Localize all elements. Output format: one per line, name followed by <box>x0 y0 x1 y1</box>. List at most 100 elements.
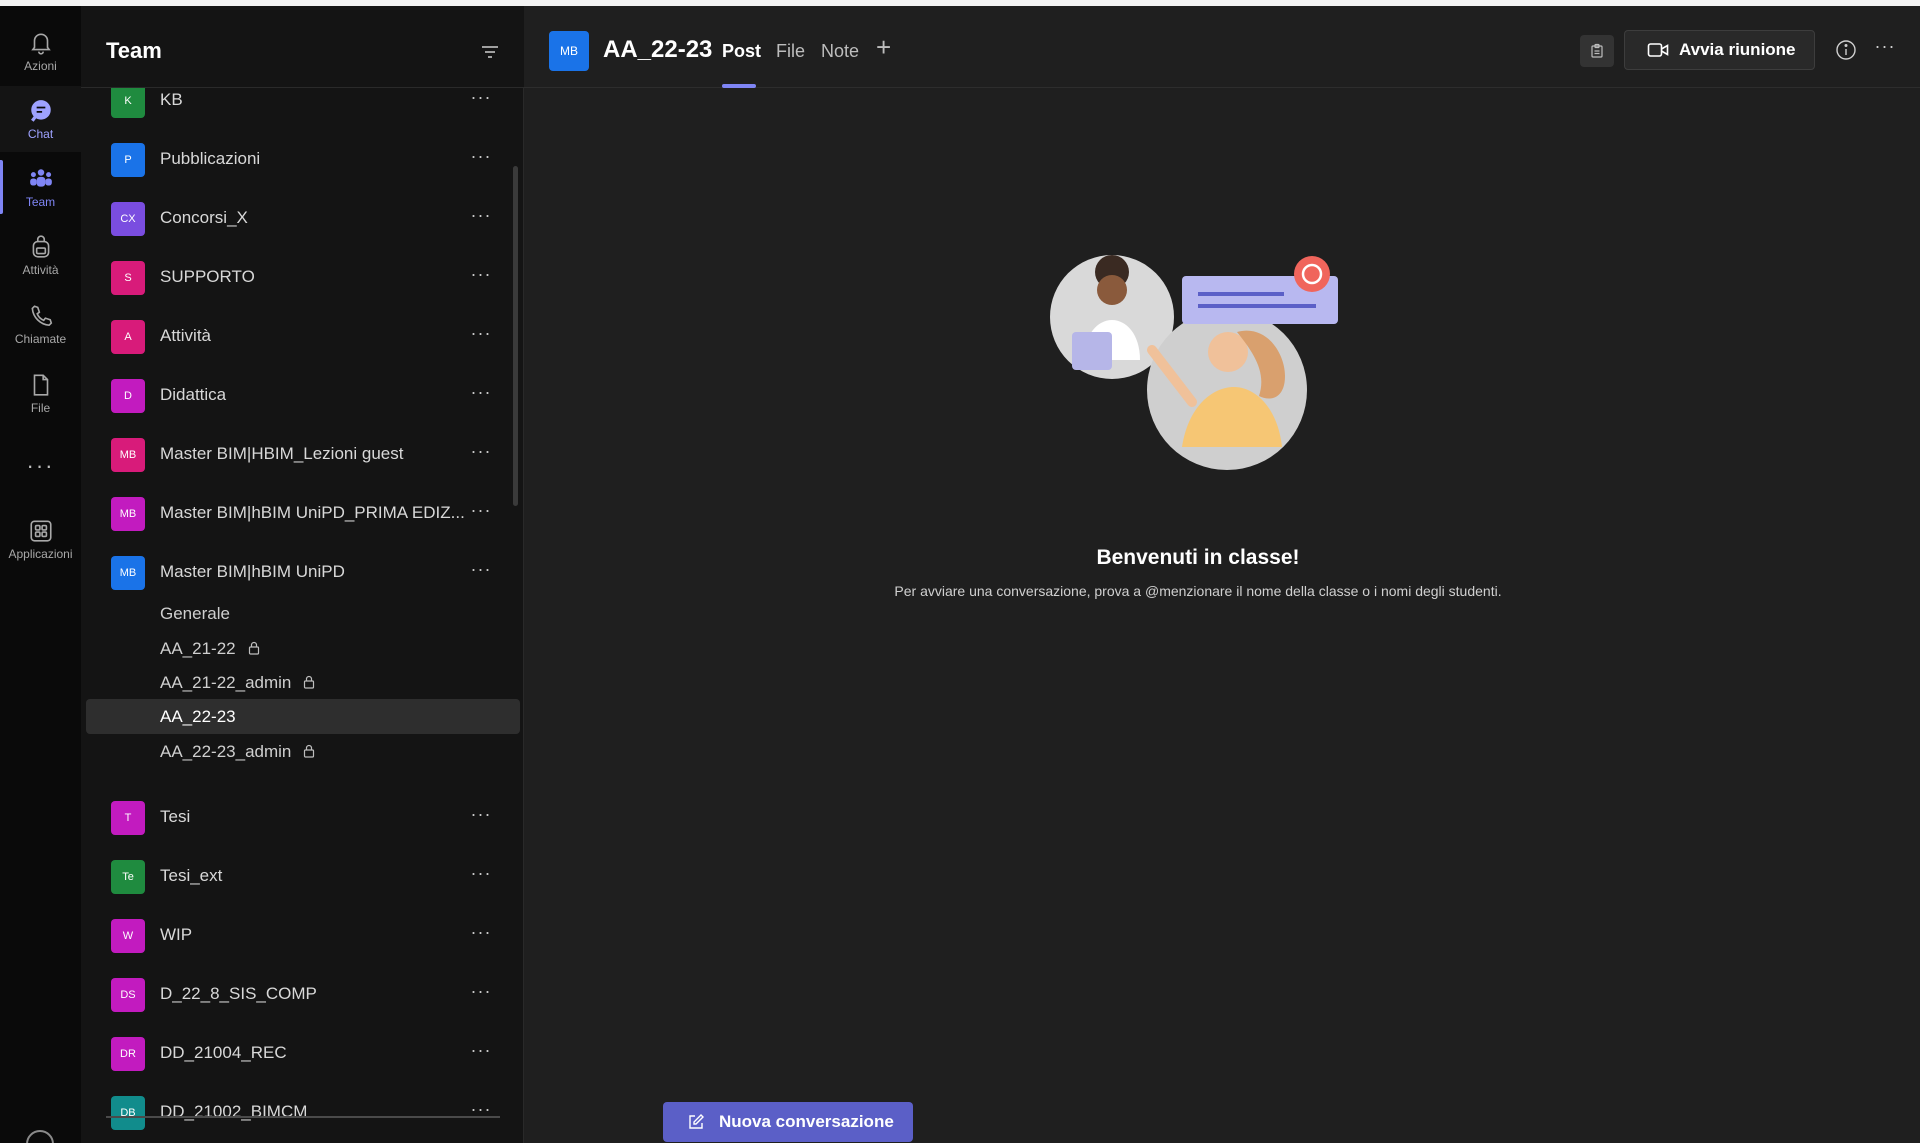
team-more-button[interactable]: ··· <box>467 864 495 888</box>
team-row[interactable]: MB Master BIM|HBIM_Lezioni guest ··· <box>81 430 524 486</box>
team-list-pane: Team K KB ··· P Pubblicazioni ··· CX Concorsi_X… <box>81 6 524 1143</box>
clipboard-icon <box>1591 43 1603 58</box>
team-more-button[interactable]: ··· <box>467 324 495 348</box>
team-more-button[interactable]: ··· <box>467 805 495 829</box>
team-list-scrollbar[interactable] <box>513 166 518 506</box>
phone-icon <box>30 304 52 326</box>
team-list-header: Team <box>81 6 524 88</box>
teams-window: Azioni Chat Team Attività Chiamate File … <box>0 0 1920 1143</box>
team-name: Didattica <box>160 385 227 404</box>
new-conversation-button[interactable]: Nuova conversazione <box>663 1102 913 1142</box>
rail-item-chiamate[interactable]: Chiamate <box>0 291 81 357</box>
rail-item-file[interactable]: File <box>0 360 81 426</box>
team-more-button[interactable]: ··· <box>467 265 495 289</box>
team-row[interactable]: Te Tesi_ext ··· <box>81 852 524 908</box>
team-avatar: W <box>111 919 145 953</box>
team-row[interactable]: DS D_22_8_SIS_COMP ··· <box>81 970 524 1026</box>
team-row[interactable]: DR DD_21004_REC ··· <box>81 1029 524 1085</box>
welcome-hint: Per avviare una conversazione, prova a @… <box>894 583 1502 599</box>
rail-item-team[interactable]: Team <box>0 154 81 220</box>
team-row[interactable]: A Attività ··· <box>81 312 524 368</box>
channel-header: MB AA_22-23 Post File Note + Avvia riuni… <box>524 6 1920 88</box>
clipboard-button[interactable] <box>1580 35 1614 67</box>
rail-label: Azioni <box>24 58 57 73</box>
welcome-illustration <box>1050 255 1338 470</box>
bell-icon <box>30 33 51 55</box>
chat-icon <box>30 99 51 122</box>
channel-main: MB AA_22-23 Post File Note + Avvia riuni… <box>524 6 1920 1143</box>
new-conversation-label: Nuova conversazione <box>719 1112 894 1131</box>
app-rail: Azioni Chat Team Attività Chiamate File … <box>0 6 81 1143</box>
team-name: Master BIM|HBIM_Lezioni guest <box>160 444 404 463</box>
team-avatar: DS <box>111 978 145 1012</box>
channel-item[interactable]: Generale <box>86 596 520 631</box>
tab-file[interactable]: File <box>776 41 805 62</box>
team-more-button[interactable]: ··· <box>467 501 495 525</box>
start-meeting-label: Avvia riunione <box>1679 40 1796 59</box>
team-avatar: D <box>111 379 145 413</box>
team-row[interactable]: W WIP ··· <box>81 911 524 967</box>
tab-note[interactable]: Note <box>821 41 859 62</box>
team-avatar: MB <box>111 556 145 590</box>
team-more-button[interactable]: ··· <box>467 923 495 947</box>
rail-item-attivita[interactable]: Attività <box>0 222 81 288</box>
channel-item[interactable]: AA_22-23_admin <box>86 734 520 769</box>
add-tab-button[interactable]: + <box>876 34 900 60</box>
channel-avatar: MB <box>549 31 589 71</box>
channel-item[interactable]: AA_21-22 <box>86 631 520 666</box>
team-more-button[interactable]: ··· <box>467 147 495 171</box>
help-icon[interactable] <box>26 1130 54 1143</box>
compose-icon <box>689 1114 704 1129</box>
header-more-button[interactable]: ··· <box>1870 36 1900 60</box>
team-name: WIP <box>160 925 193 944</box>
channel-title: AA_22-23 <box>603 36 713 63</box>
channel-name: AA_22-23_admin <box>160 742 292 761</box>
team-name: D_22_8_SIS_COMP <box>160 984 317 1003</box>
team-more-button[interactable]: ··· <box>467 560 495 584</box>
rail-label: Applicazioni <box>8 546 73 561</box>
team-avatar: DR <box>111 1037 145 1071</box>
video-camera-icon <box>1647 43 1669 57</box>
apps-icon <box>29 519 52 542</box>
team-avatar: MB <box>111 497 145 531</box>
team-row[interactable]: P Pubblicazioni ··· <box>81 135 524 191</box>
filter-icon[interactable] <box>479 41 501 63</box>
team-avatar: K <box>111 84 145 118</box>
active-tab-indicator <box>722 84 756 88</box>
team-more-button[interactable]: ··· <box>467 1100 495 1124</box>
team-row[interactable]: D Didattica ··· <box>81 371 524 427</box>
team-more-button[interactable]: ··· <box>467 982 495 1006</box>
rail-item-azioni[interactable]: Azioni <box>0 18 81 84</box>
backpack-icon <box>32 234 49 258</box>
team-name: Master BIM|hBIM UniPD <box>160 562 345 581</box>
rail-item-applicazioni[interactable]: Applicazioni <box>0 506 81 572</box>
team-more-button[interactable]: ··· <box>467 442 495 466</box>
channel-item[interactable]: AA_21-22_admin <box>86 665 520 700</box>
team-more-button[interactable]: ··· <box>467 206 495 230</box>
rail-item-chat[interactable]: Chat <box>0 86 81 152</box>
channel-name: AA_22-23 <box>160 707 236 726</box>
team-avatar: CX <box>111 202 145 236</box>
rail-more-button[interactable]: ··· <box>0 446 81 486</box>
info-icon[interactable] <box>1834 38 1858 62</box>
team-more-button[interactable]: ··· <box>467 383 495 407</box>
team-name: Pubblicazioni <box>160 149 261 168</box>
team-row[interactable]: CX Concorsi_X ··· <box>81 194 524 250</box>
list-divider <box>106 1116 500 1118</box>
team-name: Concorsi_X <box>160 208 248 227</box>
channel-item[interactable]: AA_22-23 <box>86 699 520 734</box>
tab-post[interactable]: Post <box>722 41 761 62</box>
team-row[interactable]: T Tesi ··· <box>81 793 524 849</box>
start-meeting-button[interactable]: Avvia riunione <box>1624 30 1815 70</box>
team-more-button[interactable]: ··· <box>467 1041 495 1065</box>
channel-name: AA_21-22 <box>160 639 236 658</box>
channel-name: Generale <box>160 604 230 623</box>
team-row[interactable]: MB Master BIM|hBIM UniPD_PRIMA EDIZ... ··· <box>81 489 524 545</box>
lock-icon <box>248 641 259 655</box>
team-name: DD_21004_REC <box>160 1043 287 1062</box>
team-name: Master BIM|hBIM UniPD_PRIMA EDIZ... <box>160 503 465 522</box>
rail-label: Team <box>25 194 56 209</box>
welcome-title: Benvenuti in classe! <box>1096 546 1300 569</box>
team-more-button[interactable]: ··· <box>467 88 495 112</box>
team-row[interactable]: S SUPPORTO ··· <box>81 253 524 309</box>
